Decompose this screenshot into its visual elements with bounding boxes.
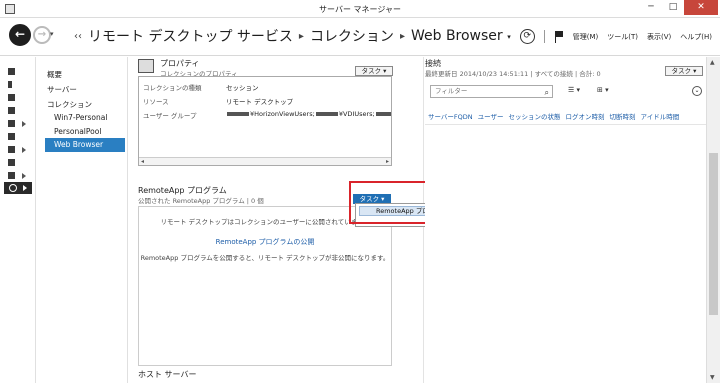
sidebar-item-overview[interactable]: 概要 (47, 69, 62, 80)
prop-value-user-group: ¥HorizonViewUsers; ¥VDIUsers; (226, 110, 391, 118)
prop-key-user-group: ユーザー グループ (143, 112, 197, 120)
refresh-dropdown-icon[interactable]: ▾ (507, 33, 511, 41)
dashboard-icon[interactable] (8, 68, 28, 78)
local-server-icon[interactable] (8, 81, 28, 91)
prop-key-collection-type: コレクションの種類 (143, 84, 202, 92)
hyper-v-icon[interactable] (8, 172, 28, 182)
prop-row: リソース リモート デスクトップ (143, 96, 383, 106)
menu-tools[interactable]: ツール(T) (607, 32, 638, 42)
breadcrumb-prefix-icon: ‹‹ (74, 30, 82, 42)
sidebar-item-collections[interactable]: コレクション (47, 99, 92, 110)
nav-right-controls: ▾ ⟳ 管理(M) ツール(T) 表示(V) ヘルプ(H) (507, 29, 712, 44)
connections-task-button[interactable]: タスク ▾ (665, 66, 703, 76)
host-servers-title: ホスト サーバー (138, 370, 197, 379)
breadcrumb-rds[interactable]: リモート デスクトップ サービス (88, 26, 293, 46)
save-query-dropdown[interactable]: ⊞ ▾ (597, 86, 609, 94)
properties-panel: コレクションの種類 セッション リソース リモート デスクトップ ユーザー グル… (138, 76, 392, 166)
menu-help[interactable]: ヘルプ(H) (680, 32, 712, 42)
sidebar-item-servers[interactable]: サーバー (47, 84, 77, 95)
breadcrumb-web-browser[interactable]: Web Browser (411, 28, 503, 44)
column-header-disconnect-time[interactable]: 切断時刻 (610, 111, 636, 121)
prop-row: ユーザー グループ ¥HorizonViewUsers; ¥VDIUsers; (143, 110, 391, 120)
notifications-flag-icon[interactable] (554, 30, 564, 43)
dhcp-icon[interactable] (8, 120, 28, 130)
prop-value-collection-type: セッション (226, 84, 259, 92)
scroll-left-icon[interactable]: ◂ (141, 158, 144, 165)
sidebar-item-personalpool[interactable]: PersonalPool (54, 127, 101, 136)
back-button[interactable]: ← (9, 24, 31, 46)
scroll-down-icon[interactable]: ▼ (710, 374, 715, 381)
breadcrumb: ‹‹ リモート デスクトップ サービス ▸ コレクション ▸ Web Brows… (74, 26, 503, 46)
dns-icon[interactable] (8, 133, 28, 143)
file-services-icon[interactable] (8, 146, 28, 156)
all-servers-icon[interactable] (8, 94, 28, 104)
breadcrumb-separator-icon: ▸ (399, 30, 405, 42)
connections-filter-input[interactable]: フィルター ⌕ (430, 85, 553, 98)
redacted-text (375, 112, 391, 116)
sidebar-item-win7-personal[interactable]: Win7-Personal (54, 113, 107, 122)
expand-collapse-icon[interactable]: ⌄ (692, 86, 702, 96)
connections-panel: 接続 最終更新日 2014/10/23 14:51:11 | すべての接続 | … (425, 57, 706, 383)
server-manager-icon-bar (0, 57, 36, 383)
redacted-text (227, 112, 249, 116)
main-vertical-scrollbar[interactable]: ▲ ▼ (706, 57, 720, 383)
filter-placeholder: フィルター (435, 87, 468, 95)
column-header-idle-time[interactable]: アイドル時間 (641, 111, 680, 121)
minimize-button[interactable]: ─ (640, 0, 662, 15)
properties-task-button[interactable]: タスク ▾ (355, 66, 393, 76)
connections-column-headers: サーバーFQDN ユーザー セッションの状態 ログオン時刻 切断時刻 アイドル時… (428, 111, 679, 121)
publish-remoteapp-link[interactable]: RemoteApp プログラムの公開 (139, 237, 391, 247)
prop-key-resources: リソース (143, 98, 169, 106)
column-header-server-fqdn[interactable]: サーバーFQDN (428, 111, 473, 121)
column-header-logon-time[interactable]: ログオン時刻 (566, 111, 605, 121)
prop-row: コレクションの種類 セッション (143, 82, 383, 92)
menu-view[interactable]: 表示(V) (647, 32, 671, 42)
remoteapp-panel: リモート デスクトップはコレクションのユーザーに公開されています。 Remote… (138, 206, 392, 366)
breadcrumb-separator-icon: ▸ (298, 30, 304, 42)
column-header-user[interactable]: ユーザー (478, 111, 504, 121)
maximize-button[interactable]: □ (662, 0, 684, 15)
scroll-right-icon[interactable]: ▸ (386, 158, 389, 165)
scrollbar-thumb[interactable] (709, 153, 718, 315)
window-controls: ─ □ ✕ (640, 0, 718, 16)
divider (543, 30, 545, 43)
remoteapp-subtitle: 公開された RemoteApp プログラム | 0 個 (138, 197, 264, 205)
view-options-dropdown[interactable]: ☰ ▾ (568, 86, 580, 94)
properties-icon (138, 59, 154, 73)
navigation-bar: ← → ▾ ‹‹ リモート デスクトップ サービス ▸ コレクション ▸ Web… (0, 18, 720, 56)
properties-horizontal-scrollbar[interactable]: ◂ ▸ (139, 157, 391, 165)
breadcrumb-collections[interactable]: コレクション (310, 26, 394, 46)
rds-sidebar: 概要 サーバー コレクション Win7-Personal PersonalPoo… (37, 57, 128, 383)
search-icon[interactable]: ⌕ (545, 87, 549, 98)
connections-subtitle: 最終更新日 2014/10/23 14:51:11 | すべての接続 | 合計:… (425, 70, 601, 78)
window-title: サーバー マネージャー (319, 5, 401, 14)
close-button[interactable]: ✕ (684, 0, 718, 15)
menu-manage[interactable]: 管理(M) (573, 32, 599, 42)
forward-button[interactable]: → (33, 26, 51, 44)
remote-desktop-services-icon[interactable] (4, 182, 32, 194)
sidebar-item-web-browser[interactable]: Web Browser (45, 138, 125, 152)
title-bar: サーバー マネージャー ─ □ ✕ (0, 0, 720, 18)
prop-value-resources: リモート デスクトップ (226, 98, 294, 106)
redacted-text (315, 112, 338, 116)
divider (425, 124, 706, 125)
ad-ds-icon[interactable] (8, 107, 28, 117)
scroll-up-icon[interactable]: ▲ (710, 59, 715, 66)
remoteapp-note: RemoteApp プログラムを公開すると、リモート デスクトップが非公開になり… (140, 254, 390, 262)
column-header-session-state[interactable]: セッションの状態 (509, 111, 561, 121)
refresh-icon[interactable]: ⟳ (519, 29, 535, 44)
iis-icon[interactable] (8, 159, 28, 169)
history-dropdown-icon[interactable]: ▾ (50, 30, 54, 38)
